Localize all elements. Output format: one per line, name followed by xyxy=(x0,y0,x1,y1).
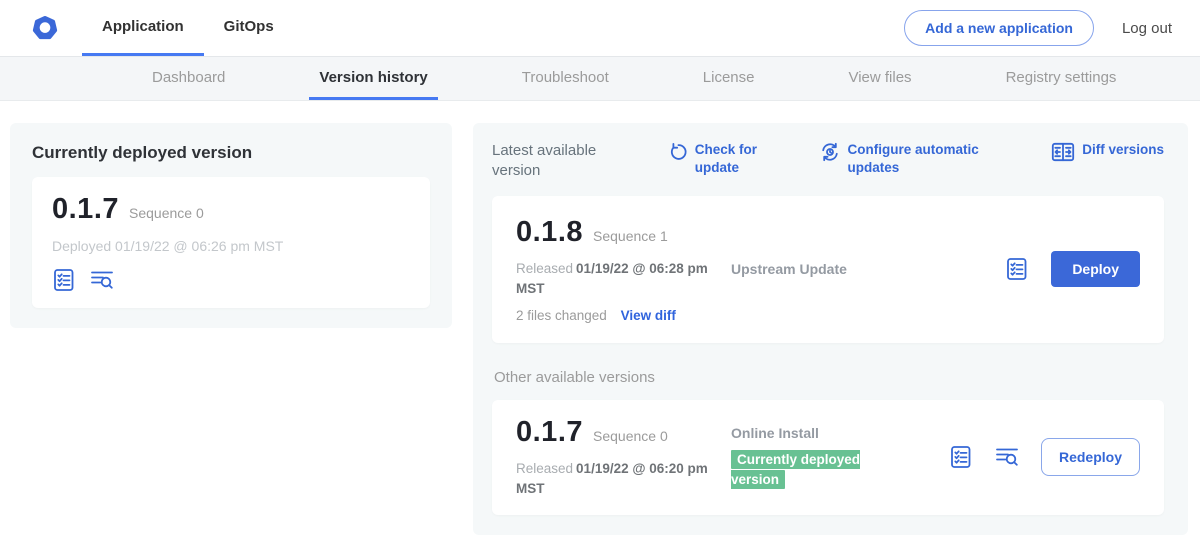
release-notes-icon[interactable] xyxy=(52,268,76,292)
other-version-number: 0.1.7 xyxy=(516,416,583,449)
current-version-card: 0.1.7 Sequence 0 Deployed 01/19/22 @ 06:… xyxy=(32,177,430,308)
currently-deployed-title: Currently deployed version xyxy=(32,143,430,163)
latest-panel-header: Latest available version Check for updat… xyxy=(492,141,1164,180)
diff-versions-button[interactable]: Diff versions xyxy=(1051,141,1164,162)
auto-update-icon xyxy=(820,142,840,162)
latest-available-title: Latest available version xyxy=(492,141,614,180)
subnav-version-history[interactable]: Version history xyxy=(309,57,437,100)
view-diff-link[interactable]: View diff xyxy=(621,308,676,323)
currently-deployed-panel: Currently deployed version 0.1.7 Sequenc… xyxy=(10,123,452,328)
latest-version-number: 0.1.8 xyxy=(516,216,583,249)
view-logs-icon[interactable] xyxy=(995,445,1019,469)
currently-deployed-badge: Currently deployed version xyxy=(731,450,860,489)
configure-automatic-updates-button[interactable]: Configure automatic updates xyxy=(820,141,997,176)
deploy-button[interactable]: Deploy xyxy=(1051,251,1140,287)
subnav-dashboard[interactable]: Dashboard xyxy=(142,57,235,100)
check-for-update-button[interactable]: Check for update xyxy=(668,141,767,176)
latest-released-timestamp: Released01/19/22 @ 06:28 pm MST xyxy=(516,259,721,300)
refresh-icon xyxy=(668,142,688,162)
nav-tab-gitops[interactable]: GitOps xyxy=(204,0,294,56)
subnav-license[interactable]: License xyxy=(693,57,765,100)
current-version-number: 0.1.7 xyxy=(52,193,119,226)
version-source-label: Online Install xyxy=(731,425,949,441)
diff-versions-label: Diff versions xyxy=(1082,141,1164,159)
latest-available-panel: Latest available version Check for updat… xyxy=(473,123,1188,535)
files-changed-label: 2 files changed xyxy=(516,308,607,323)
configure-automatic-updates-label: Configure automatic updates xyxy=(847,141,997,176)
latest-version-sequence: Sequence 1 xyxy=(593,228,668,244)
app-logo xyxy=(32,0,58,56)
other-version-sequence: Sequence 0 xyxy=(593,428,668,444)
add-application-button[interactable]: Add a new application xyxy=(904,10,1094,46)
subnav-troubleshoot[interactable]: Troubleshoot xyxy=(512,57,619,100)
version-card-0-1-8: 0.1.8 Sequence 1 Released01/19/22 @ 06:2… xyxy=(492,196,1164,343)
kots-logo-icon xyxy=(32,15,58,41)
other-available-versions-title: Other available versions xyxy=(494,369,1164,386)
check-for-update-label: Check for update xyxy=(695,141,767,176)
subnav-registry-settings[interactable]: Registry settings xyxy=(996,57,1127,100)
current-version-sequence: Sequence 0 xyxy=(129,205,204,221)
diff-icon xyxy=(1051,142,1075,162)
subnav-view-files[interactable]: View files xyxy=(838,57,921,100)
logout-link[interactable]: Log out xyxy=(1122,20,1172,37)
version-history-page: Currently deployed version 0.1.7 Sequenc… xyxy=(0,101,1200,535)
current-deployed-timestamp: Deployed 01/19/22 @ 06:26 pm MST xyxy=(52,238,410,254)
other-released-timestamp: Released01/19/22 @ 06:20 pm MST xyxy=(516,459,721,500)
version-source-label: Upstream Update xyxy=(731,261,1005,277)
release-notes-icon[interactable] xyxy=(949,445,973,469)
primary-nav: Application GitOps xyxy=(82,0,294,56)
view-logs-icon[interactable] xyxy=(90,268,114,292)
version-card-0-1-7: 0.1.7 Sequence 0 Released01/19/22 @ 06:2… xyxy=(492,400,1164,516)
redeploy-button[interactable]: Redeploy xyxy=(1041,438,1140,476)
nav-tab-application[interactable]: Application xyxy=(82,0,204,56)
release-notes-icon[interactable] xyxy=(1005,257,1029,281)
app-subnav: Dashboard Version history Troubleshoot L… xyxy=(0,56,1200,101)
top-header: Application GitOps Add a new application… xyxy=(0,0,1200,56)
